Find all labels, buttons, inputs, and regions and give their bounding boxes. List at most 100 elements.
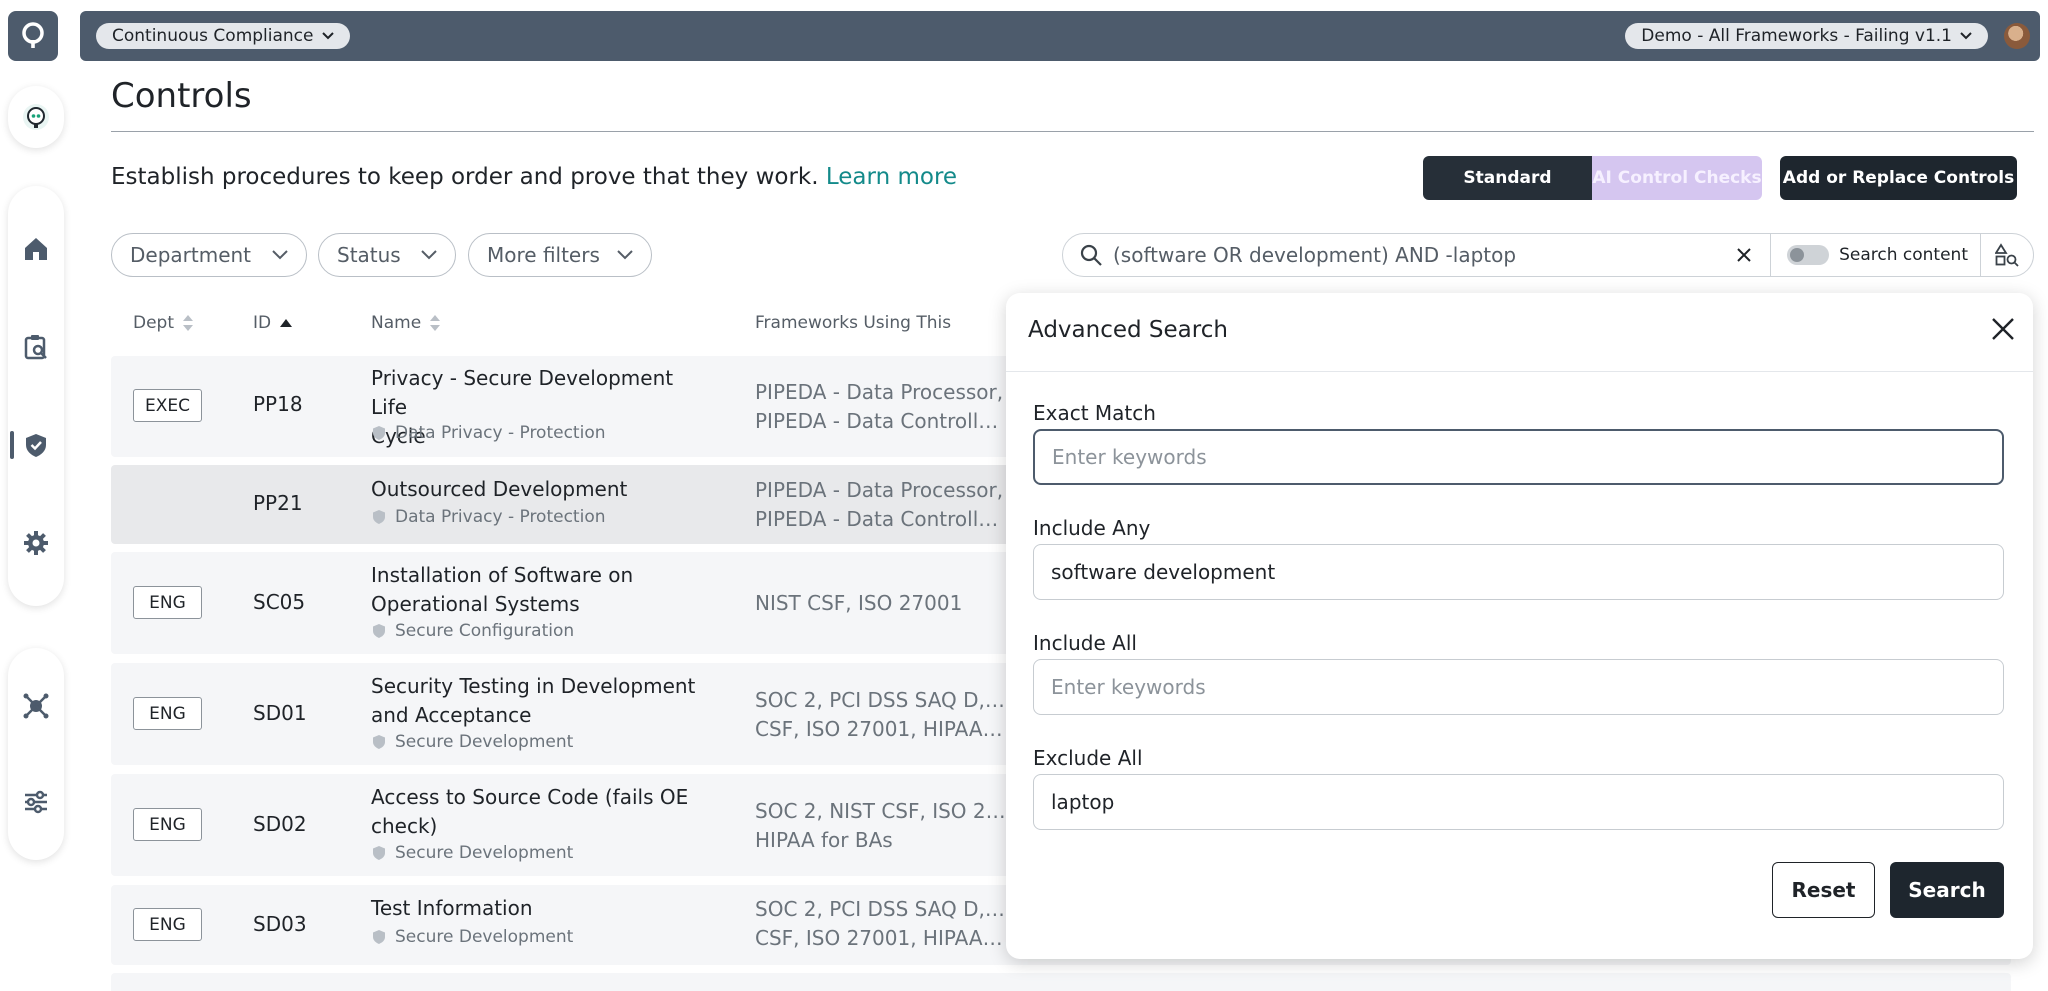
description-text: Establish procedures to keep order and p… bbox=[111, 164, 819, 190]
close-icon[interactable] bbox=[1991, 317, 2015, 341]
exact-match-input[interactable] bbox=[1033, 429, 2004, 485]
column-header-id[interactable]: ID bbox=[253, 313, 293, 333]
shield-check-icon bbox=[26, 434, 46, 457]
category-label: Secure Development bbox=[395, 927, 574, 947]
assistant-button[interactable] bbox=[12, 93, 60, 141]
secondary-nav bbox=[8, 648, 64, 860]
integrations-icon bbox=[23, 693, 49, 719]
control-name[interactable]: Outsourced Development bbox=[371, 475, 701, 504]
search-content-label: Search content bbox=[1839, 245, 1968, 265]
advanced-search-button[interactable] bbox=[1981, 233, 2033, 277]
nav-home[interactable] bbox=[12, 225, 60, 273]
include-all-label: Include All bbox=[1033, 631, 1137, 655]
framework-line: PIPEDA - Data Processor, bbox=[755, 380, 1004, 404]
control-name[interactable]: Test Information bbox=[371, 894, 701, 923]
frameworks-header-label: Frameworks Using This bbox=[755, 313, 952, 333]
control-id: SD03 bbox=[253, 912, 307, 936]
nav-audits[interactable] bbox=[12, 323, 60, 371]
control-category: Data Privacy - Protection bbox=[371, 423, 606, 443]
control-category: Secure Configuration bbox=[371, 621, 574, 641]
framework-line: HIPAA for BAs bbox=[755, 828, 893, 852]
shield-check-icon bbox=[373, 930, 385, 944]
control-name-line: check) bbox=[371, 814, 438, 838]
include-any-input[interactable] bbox=[1033, 544, 2004, 600]
frameworks-cell: SOC 2, PCI DSS SAQ D, NIST CSF, ISO 2700… bbox=[755, 895, 1007, 953]
category-label: Secure Configuration bbox=[395, 621, 575, 641]
column-header-dept[interactable]: Dept bbox=[133, 313, 194, 333]
dept-badge: ENG bbox=[133, 586, 202, 619]
app-logo[interactable] bbox=[8, 11, 58, 61]
learn-more-link[interactable]: Learn more bbox=[826, 164, 957, 190]
control-id: PP18 bbox=[253, 392, 303, 416]
department-filter[interactable]: Department bbox=[111, 233, 307, 277]
workspace-selector[interactable]: Demo - All Frameworks - Failing v1.1 bbox=[1625, 23, 1988, 49]
nav-controls[interactable] bbox=[10, 421, 60, 469]
clipboard-search-icon bbox=[24, 335, 47, 360]
control-name-line: Outsourced Development bbox=[371, 477, 628, 501]
clear-search-icon[interactable] bbox=[1736, 247, 1752, 263]
tab-ai-control-checks[interactable]: AI Control Checks bbox=[1592, 156, 1762, 200]
status-filter[interactable]: Status bbox=[318, 233, 456, 277]
name-header-label: Name bbox=[371, 313, 422, 333]
nav-preferences[interactable] bbox=[12, 778, 60, 826]
advanced-search-title: Advanced Search bbox=[1028, 317, 1228, 343]
status-filter-label: Status bbox=[337, 243, 401, 267]
nav-integrations[interactable] bbox=[12, 682, 60, 730]
control-id: SD01 bbox=[253, 701, 307, 725]
panel-divider bbox=[1006, 371, 2033, 372]
tab-standard[interactable]: Standard bbox=[1423, 156, 1592, 200]
logo-icon bbox=[22, 22, 44, 48]
control-name-line: Security Testing in Development bbox=[371, 674, 696, 698]
add-replace-controls-button[interactable]: Add or Replace Controls bbox=[1780, 156, 2017, 200]
control-name-line: and Acceptance bbox=[371, 703, 532, 727]
shield-check-icon bbox=[373, 846, 385, 860]
control-category: Data Privacy - Protection bbox=[371, 507, 606, 527]
shield-check-icon bbox=[373, 426, 385, 440]
reset-button[interactable]: Reset bbox=[1772, 862, 1875, 918]
nav-settings[interactable] bbox=[12, 519, 60, 567]
search-icon bbox=[1080, 244, 1102, 266]
table-row[interactable] bbox=[111, 973, 2011, 991]
chevron-down-icon bbox=[1960, 32, 1972, 40]
framework-line: SOC 2, PCI DSS SAQ D, NIST bbox=[755, 688, 1007, 712]
exact-match-label: Exact Match bbox=[1033, 401, 1156, 425]
exclude-all-label: Exclude All bbox=[1033, 746, 1143, 770]
control-name-line: Privacy - Secure Development Life bbox=[371, 366, 674, 419]
control-name[interactable]: Access to Source Code (fails OE check) bbox=[371, 783, 701, 841]
user-avatar[interactable] bbox=[2004, 23, 2030, 49]
control-category: Secure Development bbox=[371, 732, 573, 752]
department-filter-label: Department bbox=[130, 243, 252, 267]
search-content-toggle[interactable] bbox=[1787, 245, 1830, 265]
include-all-input[interactable] bbox=[1033, 659, 2004, 715]
module-selector[interactable]: Continuous Compliance bbox=[96, 23, 350, 49]
sliders-icon bbox=[25, 790, 47, 814]
framework-line: NIST CSF, ISO 27001 bbox=[755, 591, 963, 615]
exclude-all-input[interactable] bbox=[1033, 774, 2004, 830]
search-bar: (software OR development) AND -laptop Se… bbox=[1062, 233, 2034, 277]
framework-line: CSF, ISO 27001, HIPAA for B... bbox=[755, 926, 1007, 950]
shield-check-icon bbox=[373, 510, 385, 524]
dept-badge: ENG bbox=[133, 697, 202, 730]
search-button[interactable]: Search bbox=[1890, 862, 2004, 918]
id-header-label: ID bbox=[253, 313, 272, 333]
control-name[interactable]: Installation of Software on Operational … bbox=[371, 561, 701, 619]
sort-ascending-icon bbox=[280, 319, 293, 327]
gear-icon bbox=[24, 531, 48, 555]
page-description: Establish procedures to keep order and p… bbox=[111, 164, 957, 190]
frameworks-cell: PIPEDA - Data Processor, PIPEDA - Data C… bbox=[755, 476, 1007, 534]
workspace-label: Demo - All Frameworks - Failing v1.1 bbox=[1641, 26, 1952, 46]
search-input[interactable]: (software OR development) AND -laptop bbox=[1113, 243, 1736, 267]
dept-badge: ENG bbox=[133, 808, 202, 841]
page-title: Controls bbox=[111, 76, 252, 116]
framework-line: CSF, ISO 27001, HIPAA for B... bbox=[755, 717, 1007, 741]
control-category: Secure Development bbox=[371, 927, 573, 947]
column-header-name[interactable]: Name bbox=[371, 313, 441, 333]
assistant-group bbox=[8, 86, 64, 148]
control-id: SD02 bbox=[253, 812, 307, 836]
chevron-down-icon bbox=[617, 250, 633, 260]
framework-line: SOC 2, NIST CSF, ISO 27001, bbox=[755, 799, 1007, 823]
control-name[interactable]: Security Testing in Development and Acce… bbox=[371, 672, 701, 730]
frameworks-cell: NIST CSF, ISO 27001 bbox=[755, 589, 1007, 618]
more-filters[interactable]: More filters bbox=[468, 233, 652, 277]
advanced-search-panel: Advanced Search Exact Match Include Any … bbox=[1006, 293, 2033, 959]
